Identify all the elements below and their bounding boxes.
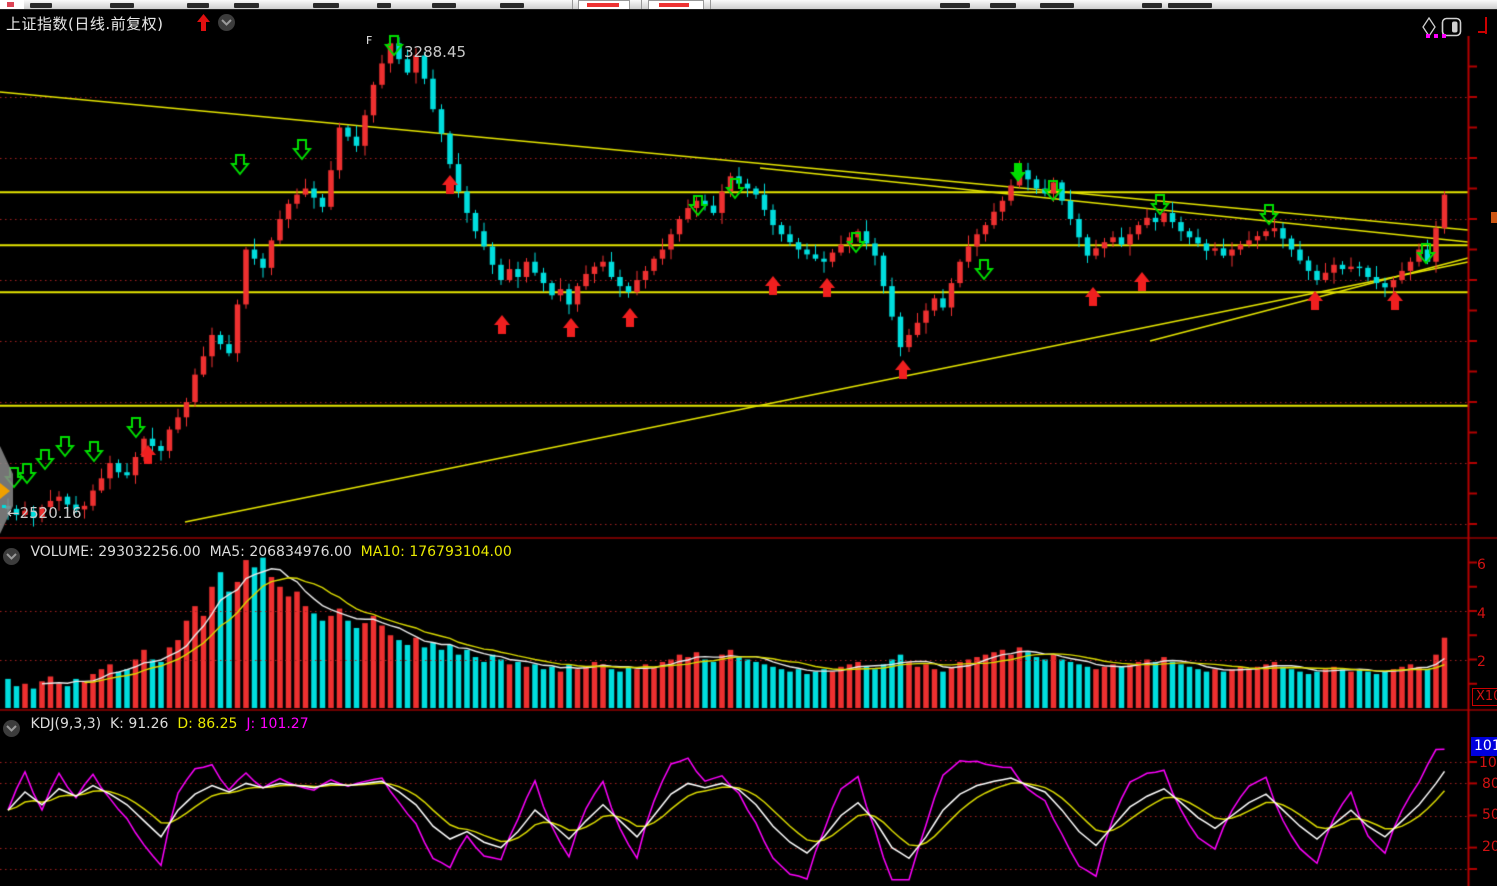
volume-ma5-label: MA5: [210,544,245,560]
kdj-axis-label: 80 [1482,776,1497,792]
titlebar: 上证指数(日线.前复权) [0,9,1497,36]
kdj-current-value-tag: 101.27 [1471,737,1497,756]
volume-header: VOLUME: 293032256.00 MA5: 206834976.00 M… [3,544,512,561]
collapse-main-chart-icon[interactable] [218,14,235,31]
kdj-k-label: K: [110,716,124,732]
kdj-d-label: D: [177,716,193,732]
menu-item-fragment[interactable] [313,3,339,8]
kdj-label: KDJ(9,3,3) [30,716,101,732]
menu-item-fragment[interactable] [1142,3,1162,8]
menu-item-fragment[interactable] [187,3,209,8]
menu-item-fragment[interactable] [110,3,134,8]
menu-item-fragment[interactable] [1168,3,1212,8]
volume-axis-label: 6 [1477,557,1486,573]
menu-item-fragment[interactable] [990,3,1016,8]
axis-top-tick [1478,31,1486,33]
kdj-header: KDJ(9,3,3) K: 91.26 D: 86.25 J: 101.27 [3,716,309,733]
kdj-d-value: 86.25 [197,716,237,732]
clipped-axis-label [1491,212,1497,223]
volume-ma5-value: 206834976.00 [249,544,351,560]
volume-unit-label: X10 [1472,688,1497,706]
kdj-axis-label: 50 [1482,807,1497,823]
menu-item-fragment[interactable] [30,3,52,8]
kdj-j-label: J: [246,716,255,732]
low-price-label: ←2520.16 [7,504,82,522]
trend-up-icon [196,13,211,36]
kdj-axis-label: 100 [1479,755,1497,771]
menu-item-fragment[interactable] [377,3,391,8]
ellipsis-more-icon[interactable] [1426,34,1452,39]
menu-item-fragment[interactable] [432,3,456,8]
volume-value: 293032256.00 [98,544,200,560]
menu-item-fragment[interactable] [234,3,259,8]
menu-item-fragment[interactable] [500,3,524,8]
peak-price-label: 3288.45 [404,43,466,61]
volume-ma10-value: 176793104.00 [409,544,511,560]
kdj-j-value: 101.27 [260,716,309,732]
kdj-k-value: 91.26 [128,716,168,732]
chart-canvas[interactable] [0,0,1497,886]
collapse-volume-icon[interactable] [3,548,20,565]
kdj-axis-label: 20 [1482,839,1497,855]
volume-axis-label: 2 [1477,654,1486,670]
collapse-kdj-icon[interactable] [3,720,20,737]
menu-item-fragment[interactable] [1040,3,1074,8]
volume-axis-label: 4 [1477,606,1486,622]
volume-ma10-label: MA10: [361,544,405,560]
app-logo-icon [0,0,24,9]
chart-title: 上证指数(日线.前复权) [6,13,163,34]
menu-item-fragment[interactable] [940,3,970,8]
peak-flag-label: F [366,34,372,47]
volume-label: VOLUME: [30,544,93,560]
